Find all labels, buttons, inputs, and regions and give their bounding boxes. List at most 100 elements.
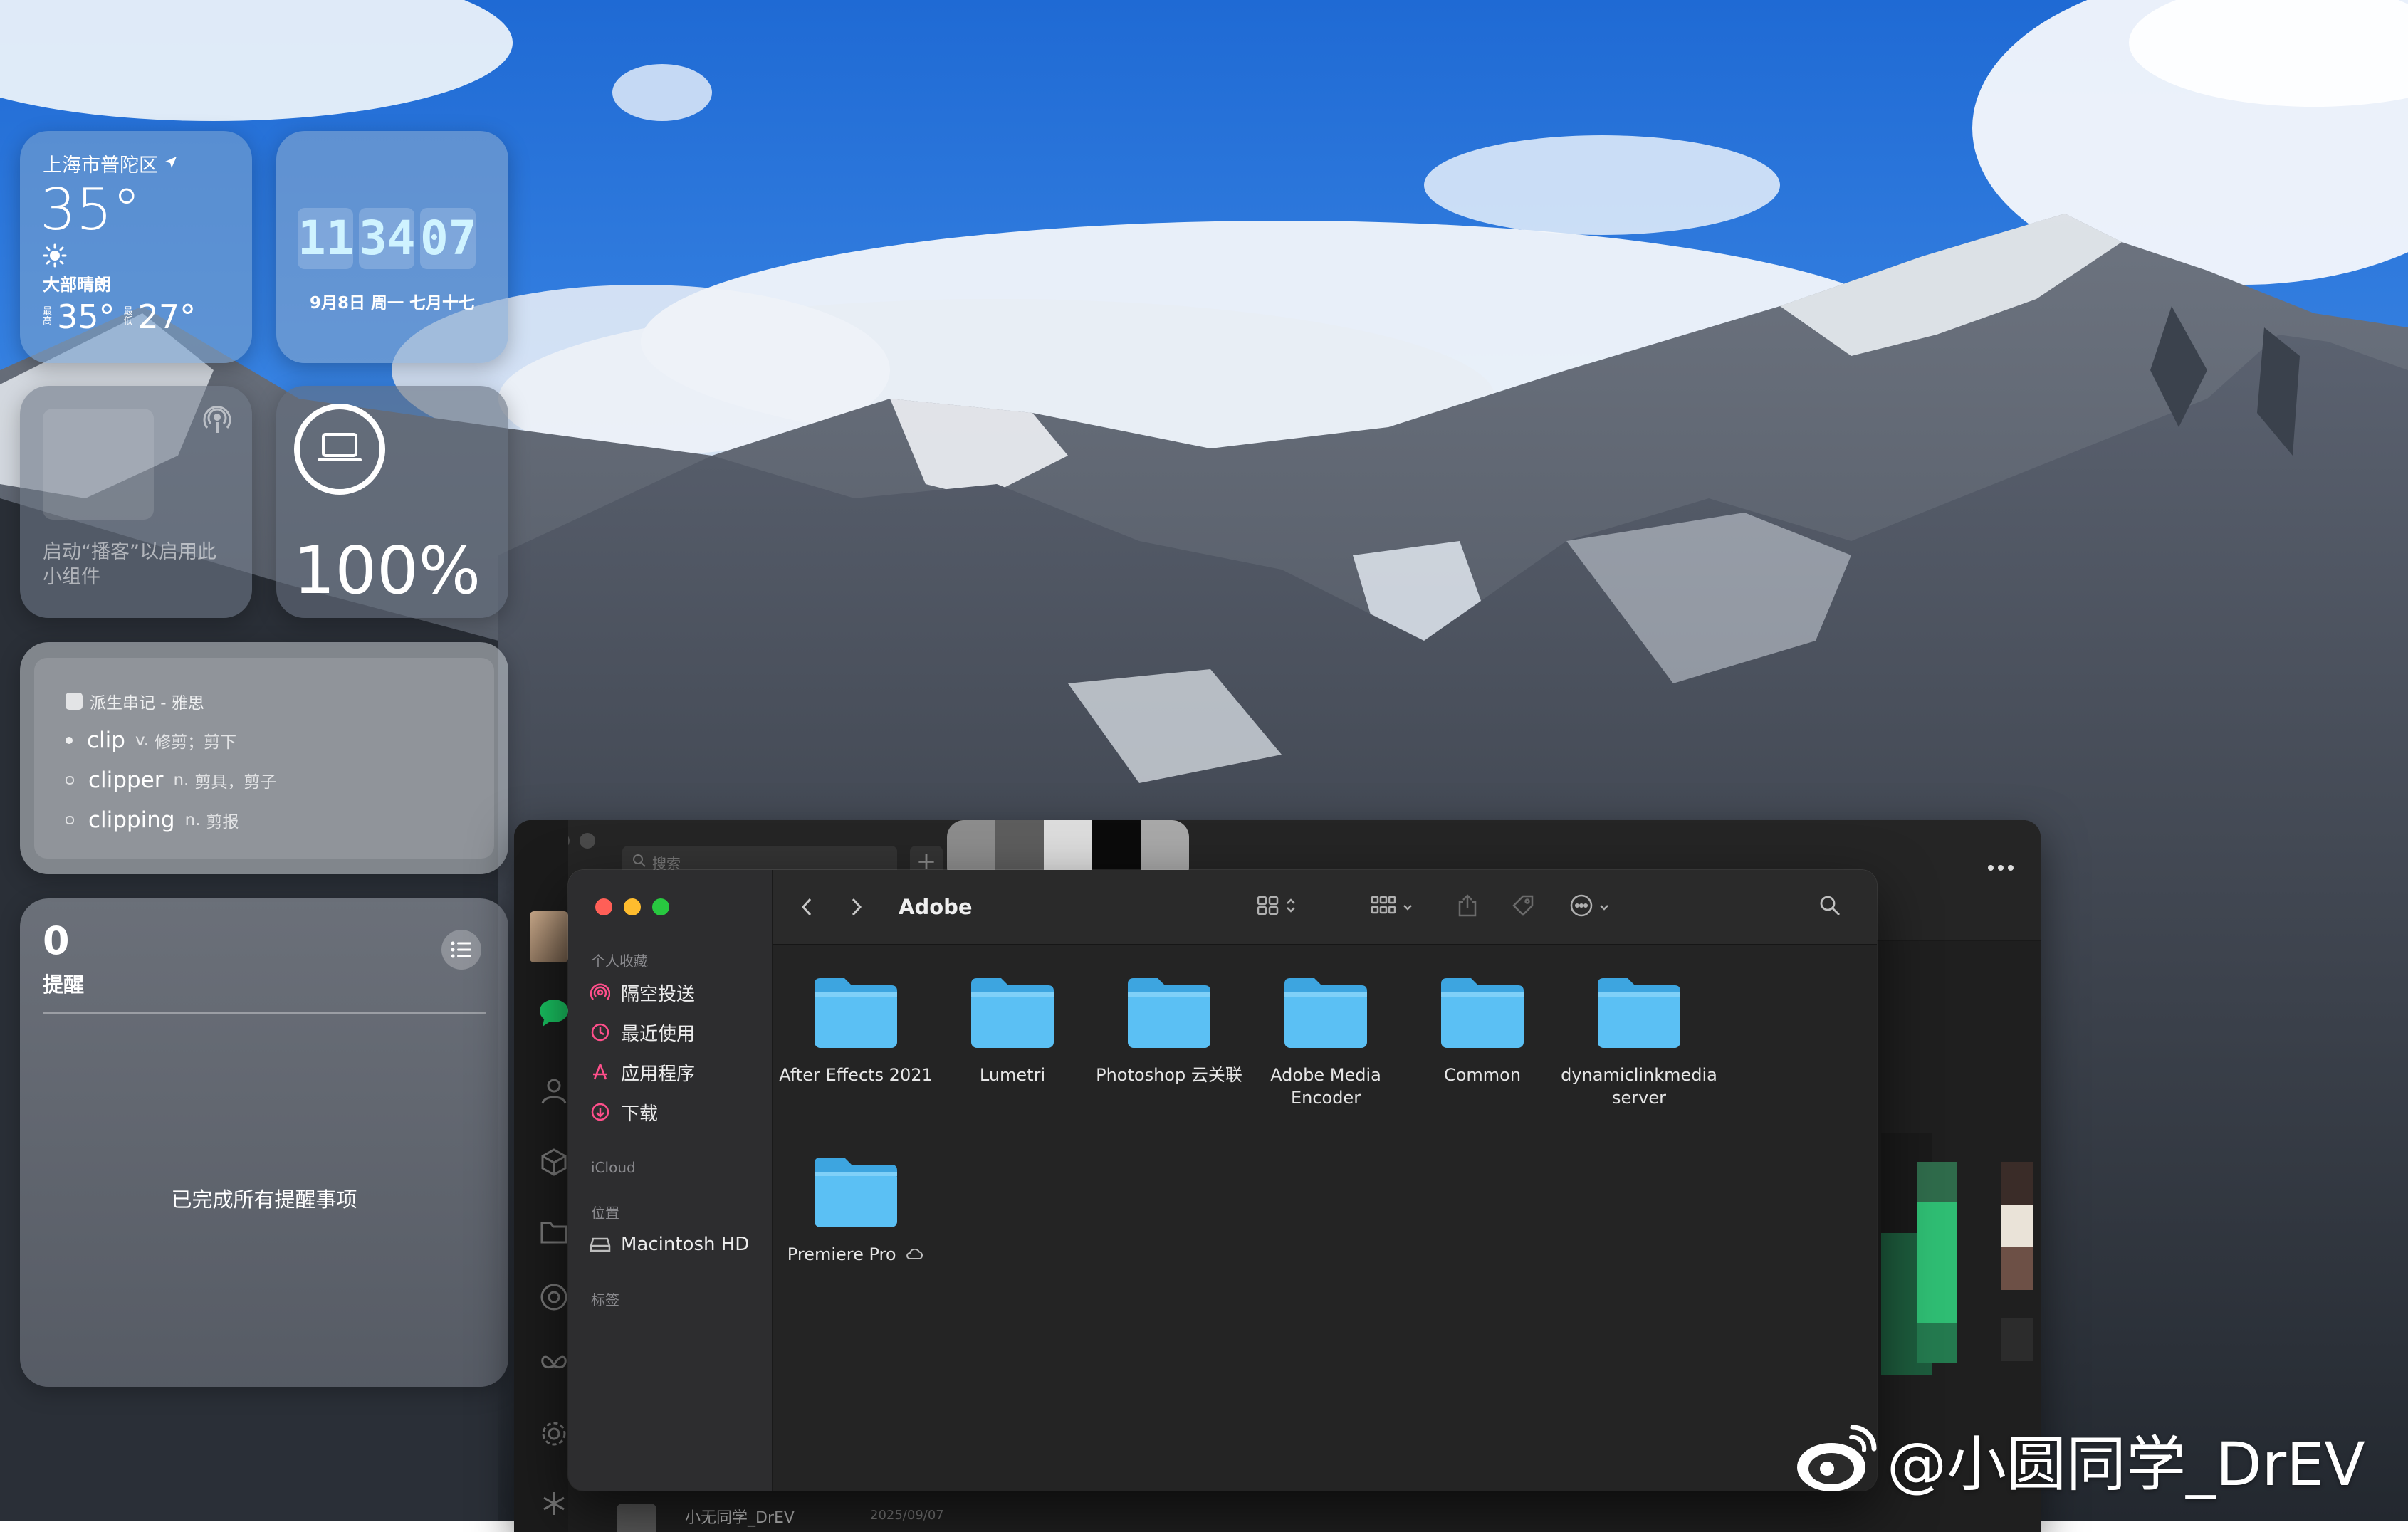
folder-item[interactable]: Common [1404, 975, 1561, 1086]
finder-sidebar: 个人收藏 隔空投送 最近使用 应用程序 下载 iCloud 位置 Macinto… [568, 870, 773, 1491]
dictionary-source: 派生串记 - 雅思 [90, 694, 204, 713]
bottom-avatar [617, 1504, 656, 1532]
laptop-icon [318, 431, 362, 468]
contacts-icon[interactable] [540, 1076, 568, 1108]
bullet-ring [66, 776, 74, 785]
folder-name: After Effects 2021 [779, 1065, 933, 1085]
tag-button[interactable] [1511, 891, 1535, 923]
sidebar-item-label: 下载 [621, 1103, 659, 1125]
sidebar-header-favorites: 个人收藏 [591, 953, 648, 970]
folder-icon [1595, 978, 1683, 1054]
share-icon [1457, 893, 1478, 920]
watermark-text: @小圆同学_DrEV [1887, 1429, 2365, 1499]
chevron-down-icon [1599, 901, 1609, 914]
cloud-icon [906, 1244, 924, 1264]
folder-icon [812, 1158, 900, 1233]
view-mode-button[interactable] [1256, 891, 1296, 923]
battery-widget[interactable]: 100% [276, 386, 508, 618]
bullet-dot [66, 737, 73, 744]
folder-icon[interactable] [540, 1219, 568, 1247]
window-close-button[interactable] [595, 898, 612, 915]
applications-icon [590, 1061, 611, 1083]
cube-icon[interactable] [540, 1148, 568, 1179]
entry-word: clipping [88, 807, 175, 833]
butterfly-icon[interactable] [540, 1353, 568, 1381]
sidebar-item-recents[interactable]: 最近使用 [590, 1017, 695, 1048]
entry-word: clipper [88, 767, 164, 793]
sidebar-header-icloud: iCloud [591, 1159, 636, 1176]
sidebar-item-applications[interactable]: 应用程序 [590, 1056, 695, 1088]
sidebar-header-locations: 位置 [591, 1205, 619, 1222]
folder-name: dynamiclinkmedia server [1561, 1065, 1717, 1108]
folder-name: Adobe Media Encoder [1270, 1065, 1381, 1108]
share-button[interactable] [1457, 891, 1478, 923]
finder-window[interactable]: 个人收藏 隔空投送 最近使用 应用程序 下载 iCloud 位置 Macinto… [568, 870, 1877, 1491]
battery-percent: 100% [293, 532, 481, 609]
entry-pos: n. [173, 771, 189, 789]
avatar[interactable] [530, 911, 568, 962]
airdrop-icon [590, 982, 611, 1003]
window-minimize-button[interactable] [624, 898, 641, 915]
window-zoom-button[interactable] [652, 898, 669, 915]
folder-item[interactable]: Adobe Media Encoder [1247, 975, 1404, 1109]
folder-item[interactable]: Lumetri [934, 975, 1091, 1086]
entry-meaning: 剪报 [206, 813, 239, 831]
sun-icon [43, 243, 67, 271]
clock-widget[interactable]: 11 34 07 9月8日 周一 七月十七 [276, 131, 508, 363]
sidebar-item-label: 应用程序 [621, 1063, 696, 1085]
folder-icon [1282, 978, 1370, 1054]
aperture-icon[interactable] [540, 1283, 568, 1314]
entry-word: clip [87, 728, 125, 753]
chat-icon[interactable] [538, 998, 570, 1029]
download-icon [590, 1101, 611, 1123]
pixelated-preview [1881, 1133, 2038, 1418]
dictionary-app-icon [66, 693, 83, 710]
weather-location: 上海市普陀区 [43, 154, 158, 177]
sidebar-item-downloads[interactable]: 下载 [590, 1096, 658, 1128]
low-temperature: 27° [137, 298, 197, 336]
clock-icon [590, 1022, 611, 1043]
sidebar-item-macintosh-hd[interactable]: Macintosh HD [590, 1229, 749, 1260]
folder-item[interactable]: Premiere Pro [778, 1155, 934, 1266]
list-item[interactable]: clipping n. 剪报 [66, 800, 276, 840]
tag-icon [1511, 893, 1535, 920]
dictionary-widget[interactable]: 派生串记 - 雅思 clip v. 修剪；剪下 clipper n. 剪具，剪子… [20, 642, 508, 874]
folder-item[interactable]: Photoshop 云关联 [1091, 975, 1247, 1086]
window-title: Adobe [899, 895, 973, 919]
search-button[interactable] [1818, 891, 1841, 923]
weather-widget[interactable]: 上海市普陀区 35° 大部晴朗 最高 35° 最低 27° [20, 131, 252, 363]
finder-content: After Effects 2021 Lumetri Photoshop 云关联… [773, 945, 1877, 1491]
weibo-logo-icon [1794, 1422, 1880, 1499]
high-label: 最高 [43, 306, 53, 327]
folder-item[interactable]: dynamiclinkmedia server [1561, 975, 1717, 1109]
group-button[interactable] [1370, 891, 1413, 923]
list-item[interactable]: clip v. 修剪；剪下 [66, 720, 276, 760]
weather-condition: 大部晴朗 [43, 275, 111, 295]
list-icon[interactable] [441, 930, 481, 970]
sidebar-item-airdrop[interactable]: 隔空投送 [590, 977, 695, 1008]
search-icon [632, 854, 647, 871]
watermark: @小圆同学_DrEV [1794, 1417, 2365, 1503]
reminders-widget[interactable]: 0 提醒 已完成所有提醒事项 [20, 898, 508, 1387]
action-menu-button[interactable] [1569, 891, 1609, 923]
sidebar-item-label: 最近使用 [621, 1023, 696, 1045]
more-icon[interactable] [1986, 861, 2015, 875]
clock-date: 9月8日 周一 七月十七 [309, 294, 476, 313]
group-grid-icon [1370, 895, 1397, 919]
podcast-widget[interactable]: 启动“播客”以启用此小组件 [20, 386, 252, 618]
folder-icon [1125, 978, 1213, 1054]
location-arrow-icon [164, 152, 178, 174]
folder-icon [968, 978, 1057, 1054]
sparkle-icon[interactable] [540, 1489, 568, 1521]
settings-gear-icon[interactable] [540, 1420, 568, 1451]
list-item[interactable]: clipper n. 剪具，剪子 [66, 760, 276, 800]
chevron-down-icon [1403, 901, 1413, 914]
entry-meaning: 修剪；剪下 [155, 733, 237, 752]
folder-item[interactable]: After Effects 2021 [778, 975, 934, 1086]
forward-button[interactable] [849, 891, 864, 923]
folder-icon [812, 978, 900, 1054]
divider [43, 1012, 486, 1014]
window-zoom-inactive[interactable] [580, 833, 595, 849]
back-button[interactable] [799, 891, 815, 923]
entry-pos: v. [135, 731, 150, 750]
